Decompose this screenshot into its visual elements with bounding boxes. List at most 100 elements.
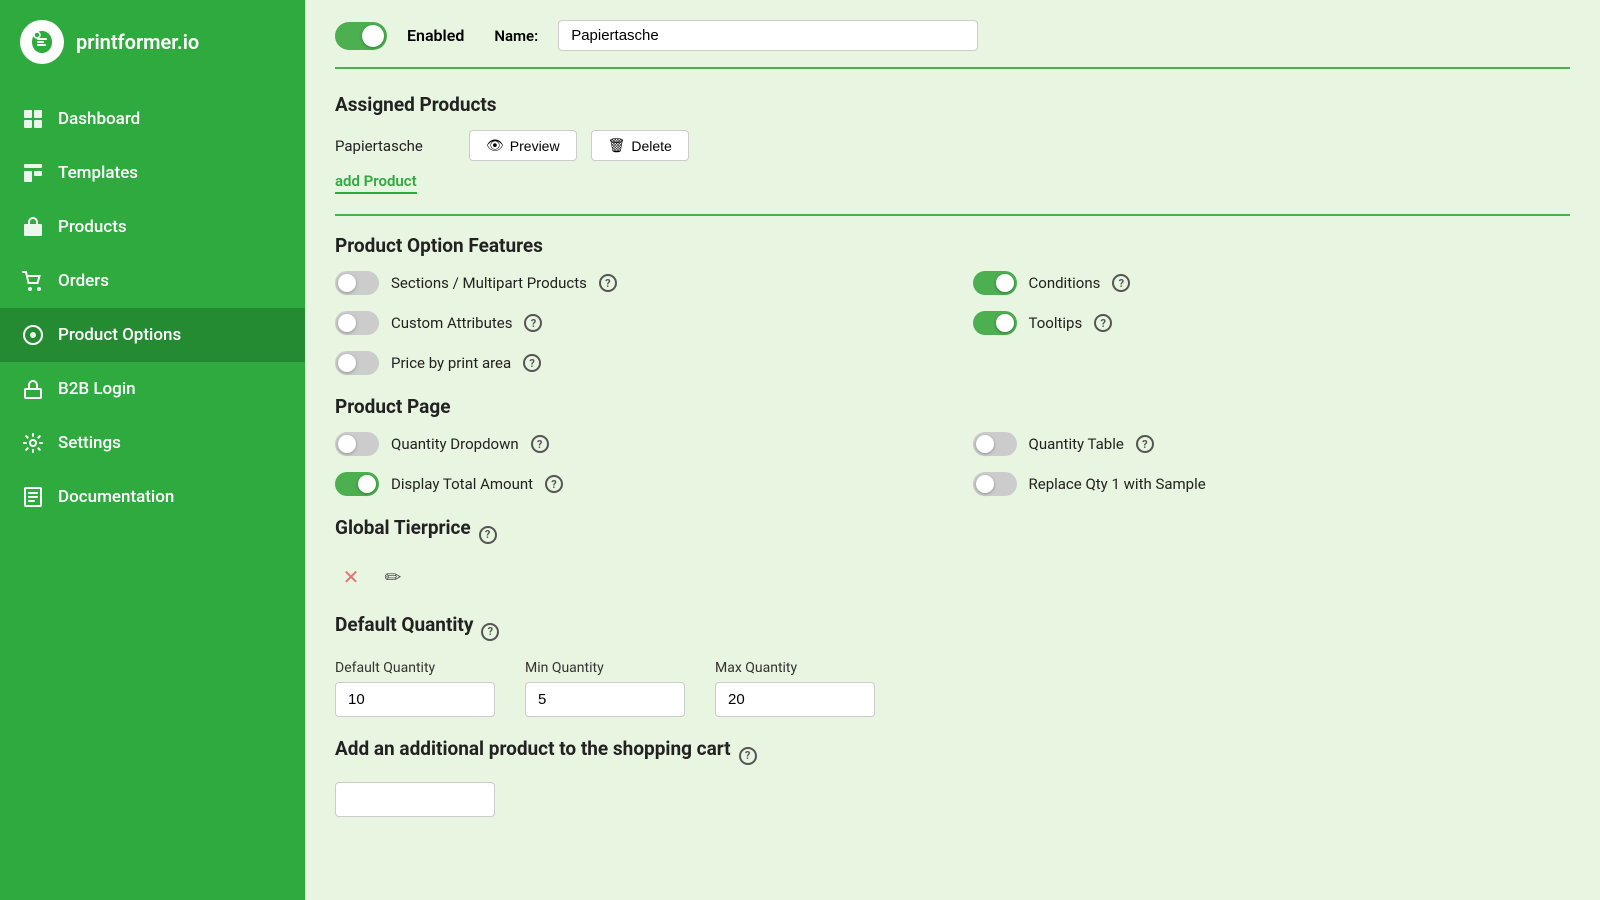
- features-title: Product Option Features: [335, 234, 1570, 257]
- feature-tooltips: Tooltips ?: [973, 311, 1571, 335]
- divider-1: [335, 214, 1570, 216]
- feature-price-by-area: Price by print area ?: [335, 351, 933, 375]
- logo-icon: [20, 20, 64, 64]
- additional-product-title: Add an additional product to the shoppin…: [335, 737, 731, 760]
- preview-icon: 👁: [486, 137, 504, 154]
- product-page-section: Product Page Quantity Dropdown ? Quantit…: [335, 395, 1570, 496]
- templates-icon: [22, 162, 44, 184]
- sidebar: printformer.io Dashboard: [0, 0, 305, 900]
- replace-qty-toggle[interactable]: [973, 472, 1017, 496]
- conditions-label: Conditions: [1029, 274, 1101, 292]
- sidebar-item-label: Orders: [58, 271, 109, 291]
- feature-qty-dropdown: Quantity Dropdown ?: [335, 432, 933, 456]
- custom-attrs-help-icon[interactable]: ?: [524, 314, 542, 332]
- feature-sections: Sections / Multipart Products ?: [335, 271, 933, 295]
- tierprice-edit-button[interactable]: ✏: [377, 561, 409, 593]
- feature-replace-qty: Replace Qty 1 with Sample: [973, 472, 1571, 496]
- default-qty-input[interactable]: [335, 682, 495, 717]
- qty-table-help-icon[interactable]: ?: [1136, 435, 1154, 453]
- tierprice-section: Global Tierprice ? ✕ ✏: [335, 516, 1570, 593]
- sections-toggle[interactable]: [335, 271, 379, 295]
- custom-attrs-toggle[interactable]: [335, 311, 379, 335]
- conditions-help-icon[interactable]: ?: [1112, 274, 1130, 292]
- assigned-products-section: Assigned Products Papiertasche 👁 Preview…: [335, 93, 1570, 194]
- sidebar-logo: printformer.io: [0, 0, 305, 84]
- b2b-icon: [22, 378, 44, 400]
- min-qty-field: Min Quantity: [525, 660, 685, 717]
- max-qty-field: Max Quantity: [715, 660, 875, 717]
- tierprice-title: Global Tierprice: [335, 516, 471, 539]
- default-qty-label: Default Quantity: [335, 660, 495, 676]
- display-total-toggle[interactable]: [335, 472, 379, 496]
- max-qty-label: Max Quantity: [715, 660, 875, 676]
- custom-attrs-label: Custom Attributes: [391, 314, 512, 332]
- orders-icon: [22, 270, 44, 292]
- product-option-features-section: Product Option Features Sections / Multi…: [335, 234, 1570, 375]
- tierprice-help-icon[interactable]: ?: [479, 526, 497, 544]
- preview-button[interactable]: 👁 Preview: [469, 130, 577, 161]
- price-by-area-help-icon[interactable]: ?: [523, 354, 541, 372]
- sidebar-navigation: Dashboard Templates Products: [0, 84, 305, 532]
- enabled-toggle[interactable]: [335, 22, 387, 50]
- default-qty-field: Default Quantity: [335, 660, 495, 717]
- sections-label: Sections / Multipart Products: [391, 274, 587, 292]
- tierprice-delete-button[interactable]: ✕: [335, 561, 367, 593]
- sidebar-item-label: Products: [58, 217, 127, 237]
- tierprice-actions: ✕ ✏: [335, 561, 1570, 593]
- qty-dropdown-help-icon[interactable]: ?: [531, 435, 549, 453]
- assigned-products-title: Assigned Products: [335, 93, 1570, 116]
- product-page-grid: Quantity Dropdown ? Quantity Table ? Dis…: [335, 432, 1570, 496]
- display-total-label: Display Total Amount: [391, 475, 533, 493]
- products-icon: [22, 216, 44, 238]
- sidebar-item-label: Product Options: [58, 325, 181, 345]
- additional-product-input[interactable]: [335, 782, 495, 817]
- sidebar-item-label: Documentation: [58, 487, 174, 507]
- qty-table-toggle[interactable]: [973, 432, 1017, 456]
- sidebar-item-product-options[interactable]: Product Options: [0, 308, 305, 362]
- sidebar-item-label: B2B Login: [58, 379, 136, 399]
- delete-button[interactable]: 🗑 Delete: [591, 130, 689, 161]
- sidebar-item-templates[interactable]: Templates: [0, 146, 305, 200]
- product-page-title: Product Page: [335, 395, 1570, 418]
- top-bar: Enabled Name:: [335, 20, 1570, 69]
- sidebar-item-dashboard[interactable]: Dashboard: [0, 92, 305, 146]
- tooltips-help-icon[interactable]: ?: [1094, 314, 1112, 332]
- product-row: Papiertasche 👁 Preview 🗑 Delete: [335, 130, 1570, 161]
- sidebar-item-settings[interactable]: Settings: [0, 416, 305, 470]
- sidebar-item-label: Dashboard: [58, 109, 140, 129]
- quantity-fields: Default Quantity Min Quantity Max Quanti…: [335, 660, 1570, 717]
- price-by-area-label: Price by print area: [391, 354, 511, 372]
- name-label: Name:: [494, 27, 538, 45]
- add-product-link[interactable]: add Product: [335, 172, 417, 194]
- default-quantity-title: Default Quantity: [335, 613, 473, 636]
- features-grid: Sections / Multipart Products ? Conditio…: [335, 271, 1570, 375]
- max-qty-input[interactable]: [715, 682, 875, 717]
- dashboard-icon: [22, 108, 44, 130]
- replace-qty-label: Replace Qty 1 with Sample: [1029, 475, 1206, 493]
- sidebar-item-documentation[interactable]: Documentation: [0, 470, 305, 524]
- qty-dropdown-toggle[interactable]: [335, 432, 379, 456]
- display-total-help-icon[interactable]: ?: [545, 475, 563, 493]
- sidebar-item-orders[interactable]: Orders: [0, 254, 305, 308]
- sidebar-item-b2b-login[interactable]: B2B Login: [0, 362, 305, 416]
- sidebar-item-products[interactable]: Products: [0, 200, 305, 254]
- qty-table-label: Quantity Table: [1029, 435, 1124, 453]
- enabled-label: Enabled: [407, 26, 464, 45]
- tooltips-toggle[interactable]: [973, 311, 1017, 335]
- logo-text: printformer.io: [76, 30, 199, 54]
- product-options-icon: [22, 324, 44, 346]
- default-quantity-section: Default Quantity ? Default Quantity Min …: [335, 613, 1570, 717]
- conditions-toggle[interactable]: [973, 271, 1017, 295]
- feature-display-total: Display Total Amount ?: [335, 472, 933, 496]
- trash-icon: 🗑: [608, 137, 626, 154]
- price-by-area-toggle[interactable]: [335, 351, 379, 375]
- feature-custom-attrs: Custom Attributes ?: [335, 311, 933, 335]
- name-input[interactable]: [558, 20, 978, 51]
- additional-product-help-icon[interactable]: ?: [739, 747, 757, 765]
- min-qty-input[interactable]: [525, 682, 685, 717]
- default-qty-help-icon[interactable]: ?: [481, 623, 499, 641]
- sections-help-icon[interactable]: ?: [599, 274, 617, 292]
- additional-product-section: Add an additional product to the shoppin…: [335, 737, 1570, 817]
- sidebar-item-label: Templates: [58, 163, 138, 183]
- main-content: Enabled Name: Assigned Products Papierta…: [305, 0, 1600, 900]
